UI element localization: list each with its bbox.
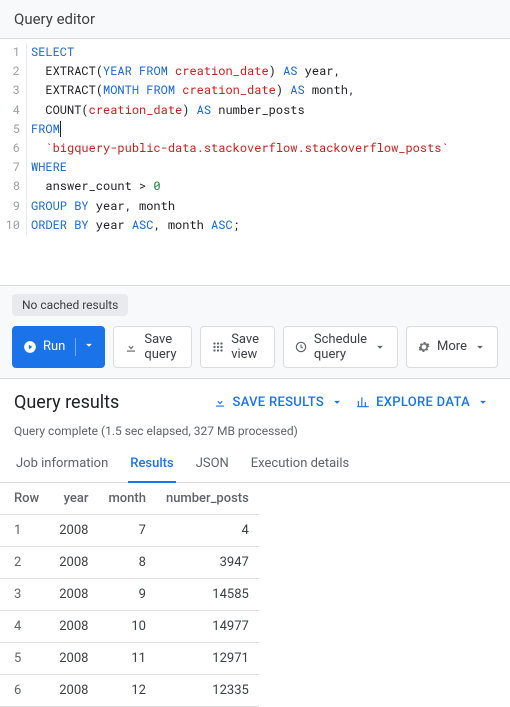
table-cell: 3: [0, 578, 49, 610]
line-number: 9: [0, 197, 20, 216]
page-title: Query editor: [0, 0, 510, 39]
table-cell: 11: [98, 642, 156, 674]
chart-icon: [356, 395, 370, 409]
table-cell: 2: [0, 546, 49, 578]
table-row[interactable]: 520081112971: [0, 642, 259, 674]
code-line[interactable]: answer_count > 0: [31, 177, 510, 196]
grid-icon: [211, 340, 225, 354]
code-line[interactable]: `bigquery-public-data.stackoverflow.stac…: [31, 139, 510, 158]
code-line[interactable]: WHERE: [31, 158, 510, 177]
play-icon: [23, 340, 37, 354]
column-header[interactable]: year: [49, 483, 98, 515]
code-line[interactable]: ORDER BY year ASC, month ASC;: [31, 216, 510, 235]
table-cell: 1: [0, 514, 49, 546]
code-line[interactable]: GROUP BY year, month: [31, 197, 510, 216]
line-number: 7: [0, 158, 20, 177]
run-dropdown[interactable]: [75, 338, 96, 356]
save-results-button[interactable]: SAVE RESULTS: [207, 391, 351, 414]
table-cell: 2008: [49, 546, 98, 578]
code-line[interactable]: COUNT(creation_date) AS number_posts: [31, 101, 510, 120]
table-cell: 12335: [156, 674, 259, 706]
sql-editor[interactable]: 12345678910 SELECT EXTRACT(YEAR FROM cre…: [0, 39, 510, 286]
line-number: 4: [0, 101, 20, 120]
tab-json[interactable]: JSON: [194, 446, 231, 482]
table-cell: 12: [98, 674, 156, 706]
table-cell: 9: [98, 578, 156, 610]
tab-execution-details[interactable]: Execution details: [249, 446, 351, 482]
column-header[interactable]: number_posts: [156, 483, 259, 515]
table-cell: 5: [0, 642, 49, 674]
editor-code[interactable]: SELECT EXTRACT(YEAR FROM creation_date) …: [26, 43, 510, 235]
table-cell: 2008: [49, 642, 98, 674]
results-table: Rowyearmonthnumber_posts 120087422008839…: [0, 483, 259, 707]
results-tabs: Job information Results JSON Execution d…: [0, 446, 510, 483]
table-cell: 2008: [49, 610, 98, 642]
caret-down-icon: [473, 340, 487, 354]
save-query-label: Save query: [144, 332, 181, 362]
table-cell: 2008: [49, 578, 98, 610]
caret-down-icon: [476, 395, 490, 409]
table-row[interactable]: 2200883947: [0, 546, 259, 578]
table-row[interactable]: 1200874: [0, 514, 259, 546]
tab-results[interactable]: Results: [128, 446, 175, 483]
tab-job-information[interactable]: Job information: [14, 446, 110, 482]
results-header: Query results SAVE RESULTS EXPLORE DATA: [0, 379, 510, 420]
table-cell: 3947: [156, 546, 259, 578]
code-line[interactable]: SELECT: [31, 43, 510, 62]
results-meta: Query complete (1.5 sec elapsed, 327 MB …: [0, 420, 510, 446]
table-row[interactable]: 32008914585: [0, 578, 259, 610]
download-icon: [213, 395, 227, 409]
table-cell: 7: [98, 514, 156, 546]
caret-down-icon: [330, 395, 344, 409]
run-label: Run: [43, 339, 65, 354]
table-cell: 4: [0, 610, 49, 642]
table-cell: 8: [98, 546, 156, 578]
table-cell: 6: [0, 674, 49, 706]
line-number: 10: [0, 216, 20, 235]
line-number: 8: [0, 177, 20, 196]
line-number: 6: [0, 139, 20, 158]
table-cell: 2008: [49, 674, 98, 706]
table-row[interactable]: 620081212335: [0, 674, 259, 706]
save-view-button[interactable]: Save view: [200, 326, 275, 368]
table-row[interactable]: 420081014977: [0, 610, 259, 642]
download-icon: [124, 340, 138, 354]
more-label: More: [437, 339, 467, 354]
save-view-label: Save view: [231, 332, 264, 362]
explore-data-button[interactable]: EXPLORE DATA: [350, 391, 496, 414]
results-title: Query results: [14, 392, 119, 413]
code-line[interactable]: EXTRACT(MONTH FROM creation_date) AS mon…: [31, 81, 510, 100]
table-cell: 2008: [49, 514, 98, 546]
column-header[interactable]: Row: [0, 483, 49, 515]
table-cell: 4: [156, 514, 259, 546]
table-cell: 10: [98, 610, 156, 642]
schedule-query-label: Schedule query: [314, 332, 367, 362]
caret-down-icon: [373, 340, 387, 354]
editor-gutter: 12345678910: [0, 43, 26, 235]
column-header[interactable]: month: [98, 483, 156, 515]
table-cell: 14585: [156, 578, 259, 610]
line-number: 3: [0, 81, 20, 100]
run-button[interactable]: Run: [12, 326, 105, 368]
save-query-button[interactable]: Save query: [113, 326, 192, 368]
clock-icon: [294, 340, 308, 354]
schedule-query-button[interactable]: Schedule query: [283, 326, 398, 368]
gear-icon: [417, 340, 431, 354]
line-number: 5: [0, 120, 20, 139]
more-button[interactable]: More: [406, 326, 498, 368]
editor-toolbar: Run Save query Save view Schedule query …: [0, 320, 510, 379]
table-cell: 12971: [156, 642, 259, 674]
caret-down-icon: [82, 338, 96, 352]
line-number: 1: [0, 43, 20, 62]
status-row: No cached results: [0, 286, 510, 320]
save-results-label: SAVE RESULTS: [233, 395, 325, 410]
code-line[interactable]: FROM: [31, 120, 510, 139]
code-line[interactable]: EXTRACT(YEAR FROM creation_date) AS year…: [31, 62, 510, 81]
table-cell: 14977: [156, 610, 259, 642]
cache-status-chip: No cached results: [12, 294, 128, 316]
explore-data-label: EXPLORE DATA: [376, 395, 470, 410]
line-number: 2: [0, 62, 20, 81]
